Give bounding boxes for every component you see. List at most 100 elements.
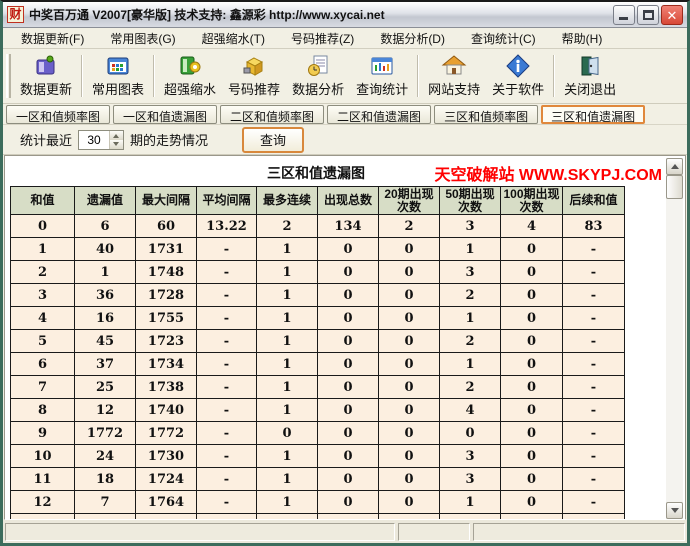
toolbar-button[interactable]: 常用图表: [86, 51, 150, 101]
toolbar-button[interactable]: 网站支持: [422, 51, 486, 101]
title-bar[interactable]: 财 中奖百万通 V2007[豪华版] 技术支持: 鑫源彩 http://www.…: [3, 2, 687, 28]
table-cell: 11: [11, 468, 75, 491]
vertical-scrollbar[interactable]: [666, 158, 683, 519]
table-cell: 2: [11, 261, 75, 284]
tab[interactable]: 一区和值频率图: [6, 105, 110, 124]
table-cell: 0: [318, 353, 379, 376]
table-cell: 0: [379, 284, 440, 307]
menu-item[interactable]: 查询统计(C): [461, 28, 546, 49]
tab[interactable]: 一区和值遗漏图: [113, 105, 217, 124]
table-cell: 3: [440, 445, 501, 468]
column-header: 最大间隔: [136, 187, 197, 215]
scrollbar-thumb[interactable]: [666, 175, 683, 199]
minimize-button[interactable]: [613, 5, 635, 25]
table-cell: 0: [501, 284, 563, 307]
toolbar-separator: [553, 55, 555, 97]
table-cell: [563, 514, 625, 520]
table-row-partial: [11, 514, 625, 520]
maximize-button[interactable]: [637, 5, 659, 25]
table-cell: [257, 514, 318, 520]
menu-item[interactable]: 号码推荐(Z): [281, 28, 364, 49]
table-cell: 0: [318, 330, 379, 353]
menu-item[interactable]: 常用图表(G): [100, 28, 185, 49]
table-cell: 1738: [136, 376, 197, 399]
spinner-down-icon[interactable]: [110, 140, 123, 149]
table-cell: 4: [440, 399, 501, 422]
table-cell: 25: [75, 376, 136, 399]
table-row: 6371734-10010-: [11, 353, 625, 376]
menu-item[interactable]: 数据更新(F): [11, 28, 94, 49]
toolbar-button[interactable]: 数据更新: [14, 51, 78, 101]
table-cell: -: [197, 445, 257, 468]
toolbar-button[interactable]: 号码推荐: [222, 51, 286, 101]
toolbar-button-label: 数据分析: [292, 79, 344, 98]
table-cell: 0: [501, 445, 563, 468]
toolbar-button-label: 关于软件: [492, 79, 544, 98]
table-cell: 9: [11, 422, 75, 445]
tab[interactable]: 二区和值频率图: [220, 105, 324, 124]
table-cell: 1: [257, 445, 318, 468]
table-cell: 0: [379, 307, 440, 330]
table-cell: 1772: [75, 422, 136, 445]
table-cell: -: [563, 238, 625, 261]
status-bar: [3, 520, 687, 543]
table-cell: -: [563, 307, 625, 330]
column-header: 最多连续: [257, 187, 318, 215]
menu-item[interactable]: 帮助(H): [552, 28, 613, 49]
toolbar-grip[interactable]: [6, 54, 11, 98]
period-input[interactable]: [79, 131, 109, 149]
tab[interactable]: 三区和值频率图: [434, 105, 538, 124]
table-cell: [501, 514, 563, 520]
table-cell: -: [197, 376, 257, 399]
table-cell: 0: [318, 261, 379, 284]
spinner-up-icon[interactable]: [110, 131, 123, 140]
table-cell: 12: [75, 399, 136, 422]
query-button[interactable]: 查询: [242, 127, 304, 153]
table-cell: 2: [440, 284, 501, 307]
table-cell: 0: [379, 399, 440, 422]
table-cell: 1: [75, 261, 136, 284]
close-button[interactable]: ✕: [661, 5, 683, 25]
tab-active[interactable]: 三区和值遗漏图: [541, 105, 645, 124]
menu-item[interactable]: 数据分析(D): [370, 28, 455, 49]
scroll-down-icon[interactable]: [666, 502, 683, 519]
toolbar-button[interactable]: 查询统计: [350, 51, 414, 101]
toolbar-button-label: 超强缩水: [164, 79, 216, 98]
toolbar-button[interactable]: 关闭退出: [558, 51, 622, 101]
table-cell: 83: [563, 215, 625, 238]
table-cell: 0: [318, 445, 379, 468]
tab[interactable]: 二区和值遗漏图: [327, 105, 431, 124]
table-cell: 40: [75, 238, 136, 261]
table-cell: 7: [11, 376, 75, 399]
table-cell: 0: [379, 376, 440, 399]
toolbar-button[interactable]: 超强缩水: [158, 51, 222, 101]
table-cell: [11, 514, 75, 520]
menu-item[interactable]: 超强缩水(T): [192, 28, 275, 49]
table-cell: 0: [379, 238, 440, 261]
toolbar-button[interactable]: 数据分析: [286, 51, 350, 101]
table-row: 1271764-10010-: [11, 491, 625, 514]
table-cell: 0: [318, 399, 379, 422]
table-cell: 45: [75, 330, 136, 353]
table-cell: 0: [501, 353, 563, 376]
table-cell: 2: [440, 376, 501, 399]
table-cell: 0: [318, 468, 379, 491]
table-cell: -: [197, 468, 257, 491]
table-cell: 134: [318, 215, 379, 238]
status-panel: [473, 523, 685, 541]
table-cell: 0: [501, 238, 563, 261]
about-info-icon: [505, 53, 531, 79]
minimize-icon: [619, 17, 628, 20]
table-cell: 5: [11, 330, 75, 353]
table-row: 10241730-10030-: [11, 445, 625, 468]
scroll-up-icon[interactable]: [666, 158, 683, 175]
table-cell: -: [563, 261, 625, 284]
table-cell: 18: [75, 468, 136, 491]
table-cell: 0: [379, 491, 440, 514]
table-cell: 0: [501, 491, 563, 514]
toolbar-button[interactable]: 关于软件: [486, 51, 550, 101]
table-cell: -: [563, 422, 625, 445]
table-cell: 12: [11, 491, 75, 514]
table-cell: 3: [440, 261, 501, 284]
maximize-icon: [643, 10, 654, 20]
